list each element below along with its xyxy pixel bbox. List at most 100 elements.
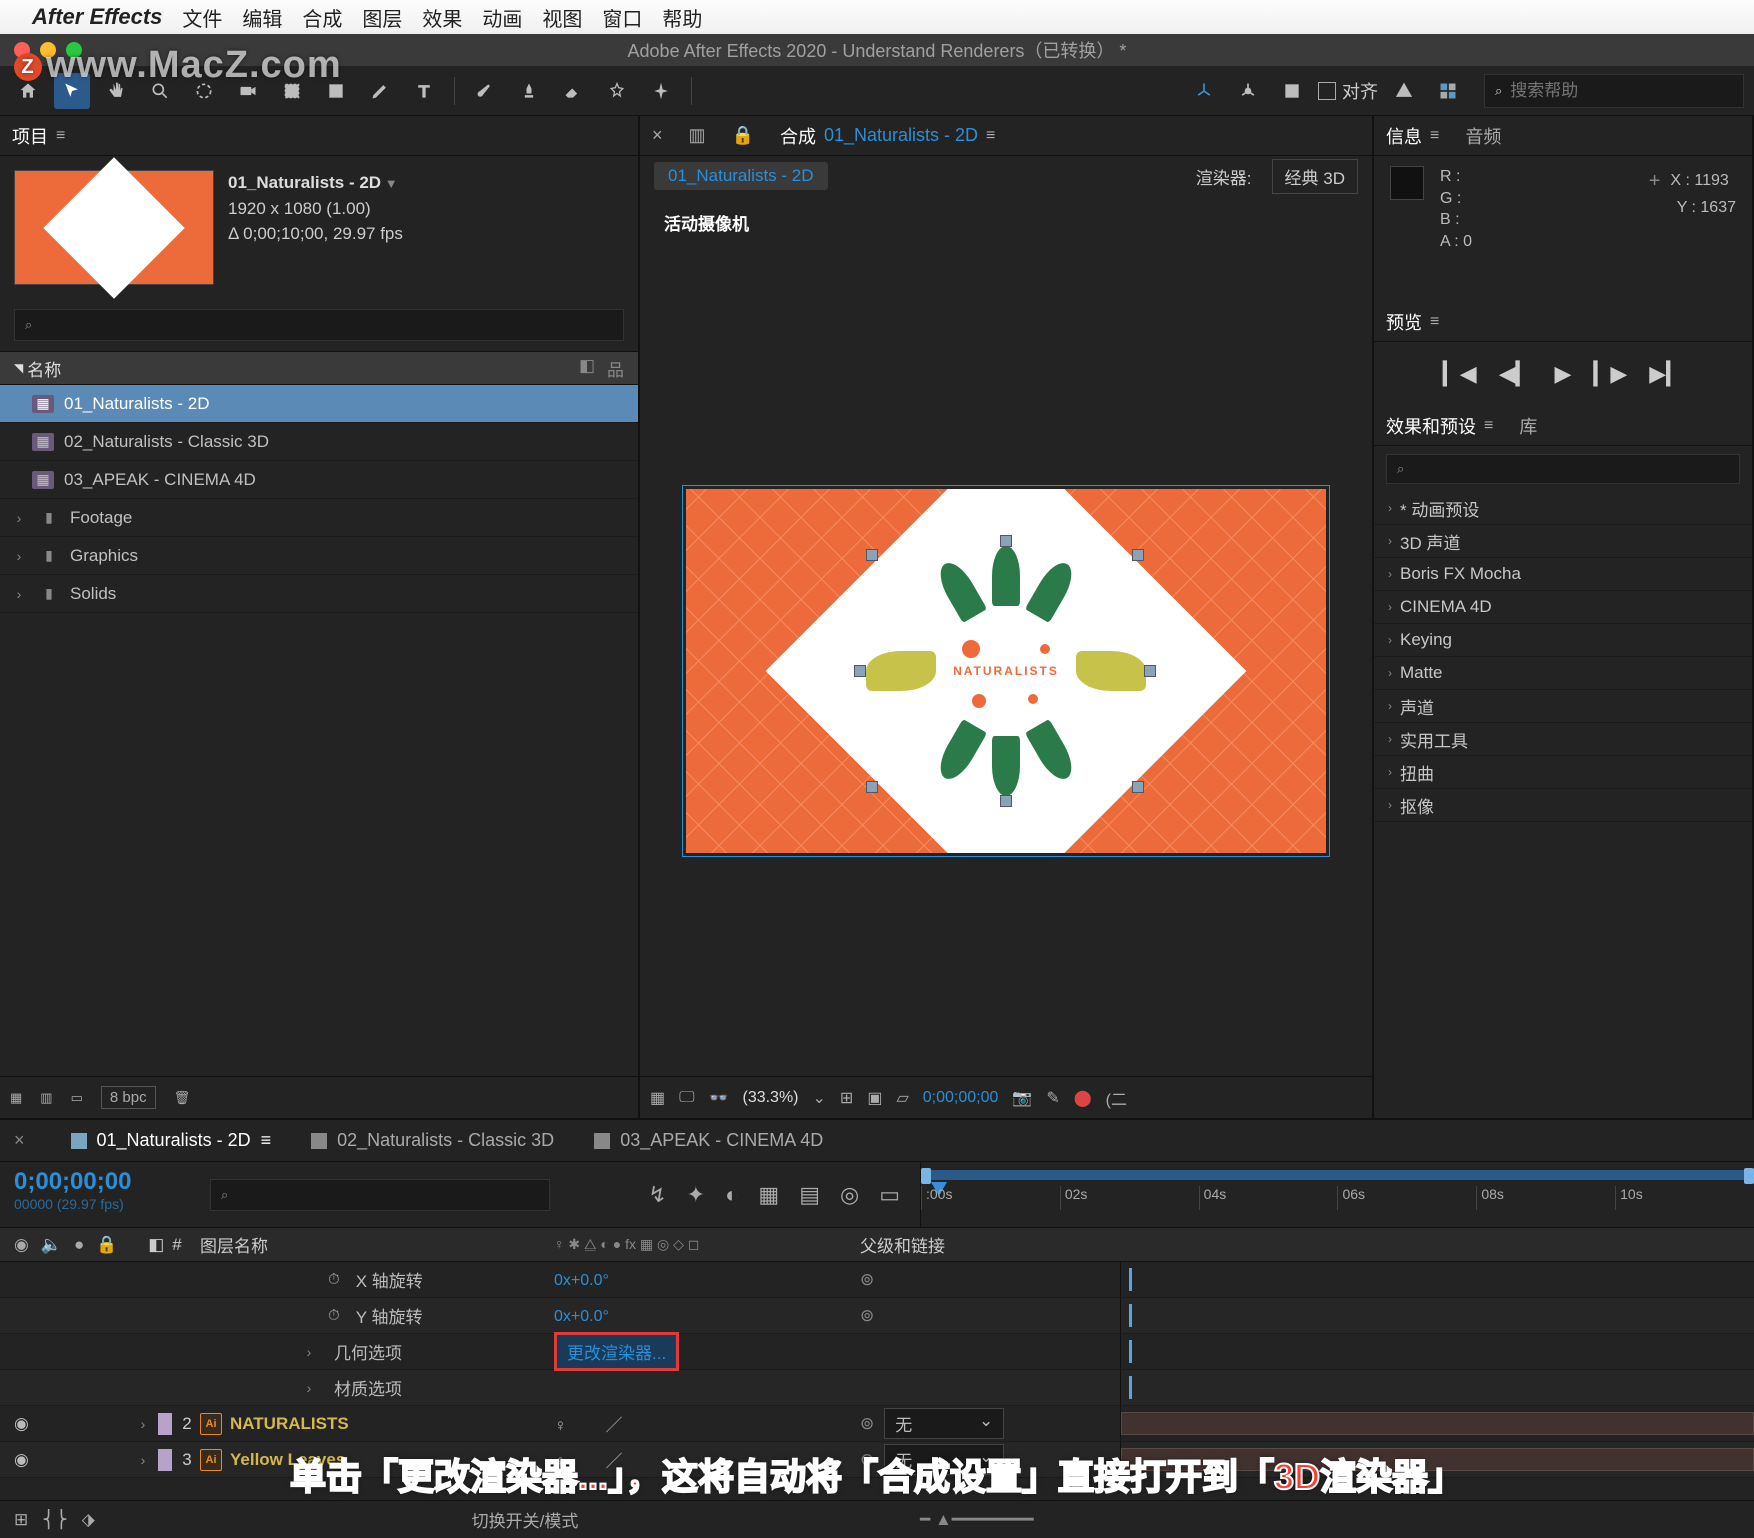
close-icon[interactable]: × — [652, 125, 663, 146]
roto-tool[interactable] — [599, 73, 635, 109]
eye-icon[interactable]: ◉ — [14, 1414, 29, 1434]
property-geometry[interactable]: 几何选项 — [326, 1339, 402, 1364]
pickwhip-icon[interactable]: ⊚ — [860, 1306, 874, 1326]
value-x-rot[interactable]: 0x+0.0° — [554, 1272, 609, 1289]
effect-category[interactable]: ›扭曲 — [1374, 756, 1752, 789]
pen-tool[interactable] — [362, 73, 398, 109]
parent-dropdown[interactable]: 无⌄ — [884, 1444, 1004, 1475]
panel-menu-icon[interactable]: ≡ — [261, 1130, 272, 1151]
property-material[interactable]: 材质选项 — [326, 1375, 402, 1400]
tab-info[interactable]: 信息≡ — [1386, 123, 1439, 149]
app-name[interactable]: After Effects — [32, 4, 162, 30]
mask-icon[interactable]: 👓 — [709, 1088, 729, 1108]
effect-category[interactable]: ›声道 — [1374, 690, 1752, 723]
prev-frame-button[interactable]: ◀▎ — [1499, 361, 1533, 387]
close-icon[interactable]: × — [14, 1130, 25, 1151]
effect-category[interactable]: ›* 动画预设 — [1374, 492, 1752, 525]
3d-world-tool[interactable] — [1230, 73, 1266, 109]
project-row[interactable]: ▦02_Naturalists - Classic 3D — [0, 423, 638, 461]
project-item-thumbnail[interactable] — [14, 170, 214, 285]
snapshot-icon[interactable]: 📷 — [1012, 1088, 1032, 1108]
solo-col-icon[interactable]: ● — [74, 1235, 84, 1255]
col-label-icon[interactable]: 品 — [607, 356, 624, 381]
help-search[interactable]: ⌕ — [1484, 74, 1744, 108]
menu-view[interactable]: 视图 — [542, 3, 582, 32]
comp-breadcrumb[interactable]: 01_Naturalists - 2D — [654, 162, 828, 190]
project-row[interactable]: ›▮Graphics — [0, 537, 638, 575]
draft-icon[interactable]: ▭ — [879, 1182, 900, 1208]
clone-tool[interactable] — [511, 73, 547, 109]
last-frame-button[interactable]: ▶▎ — [1649, 361, 1683, 387]
menu-edit[interactable]: 编辑 — [242, 3, 282, 32]
current-timecode[interactable]: 0;00;00;00 — [923, 1089, 999, 1107]
project-item-name[interactable]: 01_Naturalists - 2D — [228, 170, 403, 196]
window-minimize-button[interactable] — [40, 42, 56, 58]
chevron-right-icon[interactable]: › — [10, 510, 28, 526]
next-frame-button[interactable]: ▎▶ — [1593, 361, 1627, 387]
timeline-search[interactable]: ⌕ — [210, 1179, 550, 1211]
change-renderer-button[interactable]: 更改渲染器... — [554, 1332, 679, 1371]
project-row[interactable]: ›▮Footage — [0, 499, 638, 537]
timeline-tab[interactable]: 01_Naturalists - 2D≡ — [71, 1130, 272, 1151]
lock-col-icon[interactable]: 🔒 — [96, 1235, 117, 1255]
render-icon[interactable]: ⬗ — [82, 1510, 95, 1530]
menu-comp[interactable]: 合成 — [302, 3, 342, 32]
tag-icon[interactable]: ✎ — [1046, 1088, 1059, 1108]
display-icon[interactable]: 🖵 — [679, 1089, 694, 1107]
grid-icon[interactable]: ▦ — [650, 1088, 665, 1108]
col-type-icon[interactable]: ◧ — [579, 356, 595, 381]
panel-menu-icon[interactable]: ≡ — [986, 127, 995, 145]
label-color[interactable] — [158, 1413, 172, 1435]
tab-preview[interactable]: 预览≡ — [1386, 309, 1439, 335]
col-name[interactable]: 名称 — [27, 356, 61, 381]
label-color[interactable] — [158, 1449, 172, 1471]
layer-bar[interactable] — [1121, 1448, 1754, 1471]
menu-layer[interactable]: 图层 — [362, 3, 402, 32]
tab-library[interactable]: 库 — [1519, 413, 1537, 439]
comp-canvas[interactable]: NATURALISTS — [686, 489, 1326, 853]
pickwhip-icon[interactable]: ⊚ — [860, 1414, 874, 1434]
toggle-switches-button[interactable]: 切换开关/模式 — [130, 1507, 920, 1532]
time-ruler[interactable]: :00s02s04s06s08s10s — [920, 1162, 1754, 1227]
brace-icon[interactable]: ⎨⎬ — [42, 1510, 68, 1530]
renderer-value[interactable]: 经典 3D — [1272, 159, 1358, 194]
fx-icon[interactable]: ✦ — [687, 1182, 705, 1208]
res-icon[interactable]: ⊞ — [840, 1088, 853, 1108]
trash-icon[interactable]: 🗑 — [174, 1090, 191, 1106]
effect-category[interactable]: ›Boris FX Mocha — [1374, 558, 1752, 591]
help-search-input[interactable] — [1510, 81, 1733, 101]
col-parent[interactable]: 父级和链接 — [860, 1232, 1120, 1257]
stopwatch-icon[interactable]: ⏱ — [328, 1271, 340, 1288]
eye-col-icon[interactable]: ◉ — [14, 1235, 29, 1255]
timeline-tab[interactable]: 03_APEAK - CINEMA 4D — [594, 1130, 823, 1151]
play-button[interactable]: ▶ — [1555, 361, 1572, 387]
col-layer-name[interactable]: 图层名称 — [200, 1232, 550, 1257]
text-tool[interactable] — [406, 73, 442, 109]
comp-viewport[interactable]: NATURALISTS — [660, 265, 1352, 1076]
3d-icon[interactable]: ◎ — [840, 1182, 859, 1208]
color-icon[interactable]: ⬤ — [1074, 1088, 1092, 1108]
layer-bar[interactable] — [1121, 1412, 1754, 1435]
label-col-icon[interactable]: ◧ — [148, 1235, 164, 1255]
graph-icon[interactable]: ▦ — [758, 1182, 779, 1208]
3d-axis-tool[interactable] — [1186, 73, 1222, 109]
orbit-tool[interactable] — [186, 73, 222, 109]
window-close-button[interactable] — [14, 42, 30, 58]
hand-tool[interactable] — [98, 73, 134, 109]
effect-category[interactable]: ›抠像 — [1374, 789, 1752, 822]
eraser-tool[interactable] — [555, 73, 591, 109]
property-y-rot[interactable]: Y 轴旋转 — [348, 1303, 423, 1328]
menu-file[interactable]: 文件 — [182, 3, 222, 32]
sort-icon[interactable]: ◥ — [14, 361, 23, 375]
chevron-right-icon[interactable]: › — [10, 548, 28, 564]
project-row[interactable]: ›▮Solids — [0, 575, 638, 613]
region-icon[interactable]: ▣ — [867, 1088, 882, 1108]
window-maximize-button[interactable] — [66, 42, 82, 58]
tab-composition[interactable]: 合成 01_Naturalists - 2D ≡ — [780, 123, 995, 149]
menu-help[interactable]: 帮助 — [662, 3, 702, 32]
panbehind-tool[interactable] — [274, 73, 310, 109]
snap-align[interactable]: 对齐 — [1318, 78, 1378, 104]
layer-name[interactable]: NATURALISTS — [230, 1414, 349, 1434]
new-comp-icon[interactable]: ▭ — [71, 1090, 83, 1106]
project-search[interactable]: ⌕ — [14, 309, 624, 341]
